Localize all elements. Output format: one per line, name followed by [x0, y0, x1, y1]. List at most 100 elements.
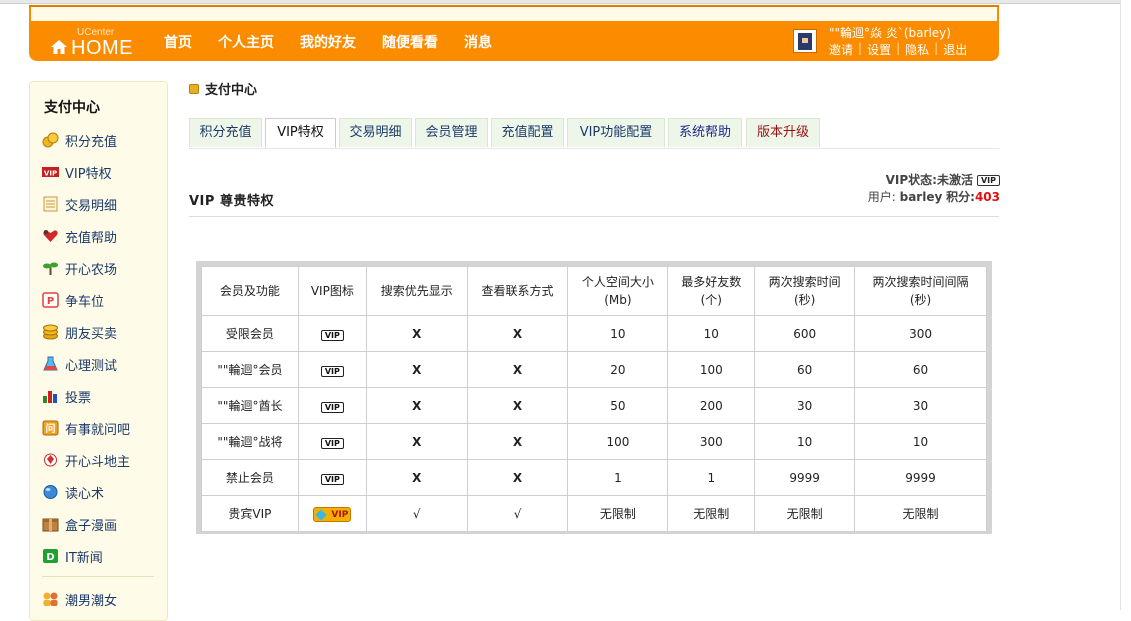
- privacy-link[interactable]: 隐私: [905, 41, 929, 58]
- sidebar-item-label: 心理测试: [65, 358, 118, 374]
- invite-link[interactable]: 邀请: [829, 41, 853, 58]
- vip-icon: VIP: [320, 365, 344, 377]
- username[interactable]: ""輪迴°焱 炎`(barley): [829, 24, 951, 41]
- max-friends: 100: [667, 351, 756, 388]
- table-row: ""輪迴°战将 VIP X X 100 300 10 10: [201, 423, 987, 460]
- sidebar-item-transactions[interactable]: 交易明细: [42, 188, 162, 220]
- nav-friends[interactable]: 我的好友: [300, 32, 356, 52]
- vip-icon-cell: VIP: [297, 351, 367, 388]
- member-name: ""輪迴°酋长: [201, 387, 299, 424]
- sidebar-item-label: 潮男潮女: [65, 593, 118, 609]
- heart-icon: [42, 228, 59, 244]
- nav-browse[interactable]: 随便看看: [382, 32, 438, 52]
- nav-messages[interactable]: 消息: [464, 32, 492, 52]
- sidebar-item-psych-test[interactable]: 心理测试: [42, 348, 162, 380]
- site-logo[interactable]: UCenter HOME: [51, 25, 151, 59]
- tab-upgrade[interactable]: 版本升级: [746, 118, 820, 147]
- vip-icon: VIP: [320, 473, 344, 485]
- payment-icon: [189, 83, 199, 94]
- search-interval: 60: [854, 351, 987, 388]
- points-label: 积分:: [946, 190, 975, 204]
- sidebar-item-it-news[interactable]: D IT新闻: [42, 540, 162, 572]
- separator: |: [896, 41, 901, 55]
- sidebar-item-trendy[interactable]: 潮男潮女: [42, 583, 162, 615]
- logo-home-text: HOME: [71, 37, 133, 59]
- svg-text:VIP: VIP: [44, 170, 57, 178]
- sidebar-item-label: VIP特权: [65, 166, 112, 182]
- nav-home[interactable]: 首页: [164, 32, 192, 52]
- tab-vip-config[interactable]: VIP功能配置: [567, 118, 665, 147]
- header-cell: VIP图标: [297, 266, 367, 316]
- sidebar-list: 积分充值 VIP VIP特权 交易明细 充值帮助 开心农场 P 争车位 朋友买卖: [42, 124, 162, 615]
- scrollbar[interactable]: [1120, 0, 1131, 610]
- sidebar-divider: [42, 576, 154, 577]
- header-cell: 个人空间大小 (Mb): [567, 266, 669, 316]
- sidebar-item-ask[interactable]: 问 有事就问吧: [42, 412, 162, 444]
- avatar-face: [802, 38, 808, 43]
- table-row: 贵宾VIP VIP √ √ 无限制 无限制 无限制 无限制: [201, 495, 987, 532]
- vip-icon-cell: VIP: [297, 495, 367, 532]
- cards-icon: [42, 452, 59, 468]
- section-divider: [189, 216, 999, 217]
- sidebar-item-label: 朋友买卖: [65, 326, 118, 342]
- tab-member-manage[interactable]: 会员管理: [415, 118, 488, 147]
- sidebar-item-farm[interactable]: 开心农场: [42, 252, 162, 284]
- search-priority: X: [365, 315, 468, 352]
- header-top-strip: [31, 7, 997, 21]
- tab-vip[interactable]: VIP特权: [265, 118, 336, 148]
- table-row: 禁止会员 VIP X X 1 1 9999 9999: [201, 459, 987, 496]
- browser-top-edge: [0, 0, 1131, 4]
- sidebar-item-label: IT新闻: [65, 550, 103, 566]
- home-icon: [51, 40, 67, 54]
- sidebar-item-label: 充值帮助: [65, 230, 118, 246]
- question-icon: 问: [42, 420, 59, 436]
- svg-text:P: P: [47, 296, 54, 307]
- main-nav: 首页 个人主页 我的好友 随便看看 消息: [164, 32, 518, 52]
- sidebar-item-label: 投票: [65, 390, 92, 406]
- sidebar-item-vote[interactable]: 投票: [42, 380, 162, 412]
- flask-icon: [42, 356, 59, 372]
- crystal-ball-icon: [42, 484, 59, 500]
- user-points-line: 用户: barley 积分:403: [800, 189, 1000, 206]
- sidebar-item-label: 交易明细: [65, 198, 118, 214]
- sidebar-item-label: 积分充值: [65, 134, 118, 150]
- member-name: 受限会员: [201, 315, 299, 352]
- vip-icon: VIP: [320, 329, 344, 341]
- sidebar-item-vip[interactable]: VIP VIP特权: [42, 156, 162, 188]
- parking-icon: P: [42, 292, 59, 308]
- separator: |: [934, 41, 939, 55]
- view-contact: √: [466, 495, 569, 532]
- vip-icon-cell: VIP: [297, 387, 367, 424]
- page-title-text: 支付中心: [205, 83, 258, 98]
- sidebar-item-points-recharge[interactable]: 积分充值: [42, 124, 162, 156]
- avatar[interactable]: [793, 29, 817, 53]
- search-interval: 300: [854, 315, 987, 352]
- nav-my-space[interactable]: 个人主页: [218, 32, 274, 52]
- sidebar-item-landlord[interactable]: 开心斗地主: [42, 444, 162, 476]
- tab-transactions[interactable]: 交易明细: [339, 118, 412, 147]
- member-name: ""輪迴°会员: [201, 351, 299, 388]
- header-cell: 两次搜索时间 (秒): [754, 266, 856, 316]
- sidebar-item-label: 争车位: [65, 294, 105, 310]
- sidebar-item-friend-trade[interactable]: 朋友买卖: [42, 316, 162, 348]
- search-time: 600: [754, 315, 856, 352]
- space-size: 50: [567, 387, 669, 424]
- logout-link[interactable]: 退出: [943, 41, 967, 58]
- user-value: barley: [899, 190, 943, 204]
- tab-recharge-config[interactable]: 充值配置: [491, 118, 564, 147]
- tab-system-help[interactable]: 系统帮助: [668, 118, 742, 147]
- vip-icon: VIP: [320, 401, 344, 413]
- header-cell: 最多好友数 (个): [667, 266, 756, 316]
- settings-link[interactable]: 设置: [867, 41, 891, 58]
- sidebar-item-mind-reading[interactable]: 读心术: [42, 476, 162, 508]
- vip-gold-icon: VIP: [313, 506, 352, 522]
- sidebar-item-comics[interactable]: 盒子漫画: [42, 508, 162, 540]
- sidebar-item-parking[interactable]: P 争车位: [42, 284, 162, 316]
- search-priority: √: [365, 495, 468, 532]
- search-time: 9999: [754, 459, 856, 496]
- tab-points-recharge[interactable]: 积分充值: [189, 118, 262, 147]
- sidebar-item-recharge-help[interactable]: 充值帮助: [42, 220, 162, 252]
- vip-status-label: VIP状态:: [885, 173, 937, 187]
- search-priority: X: [365, 351, 468, 388]
- search-priority: X: [365, 459, 468, 496]
